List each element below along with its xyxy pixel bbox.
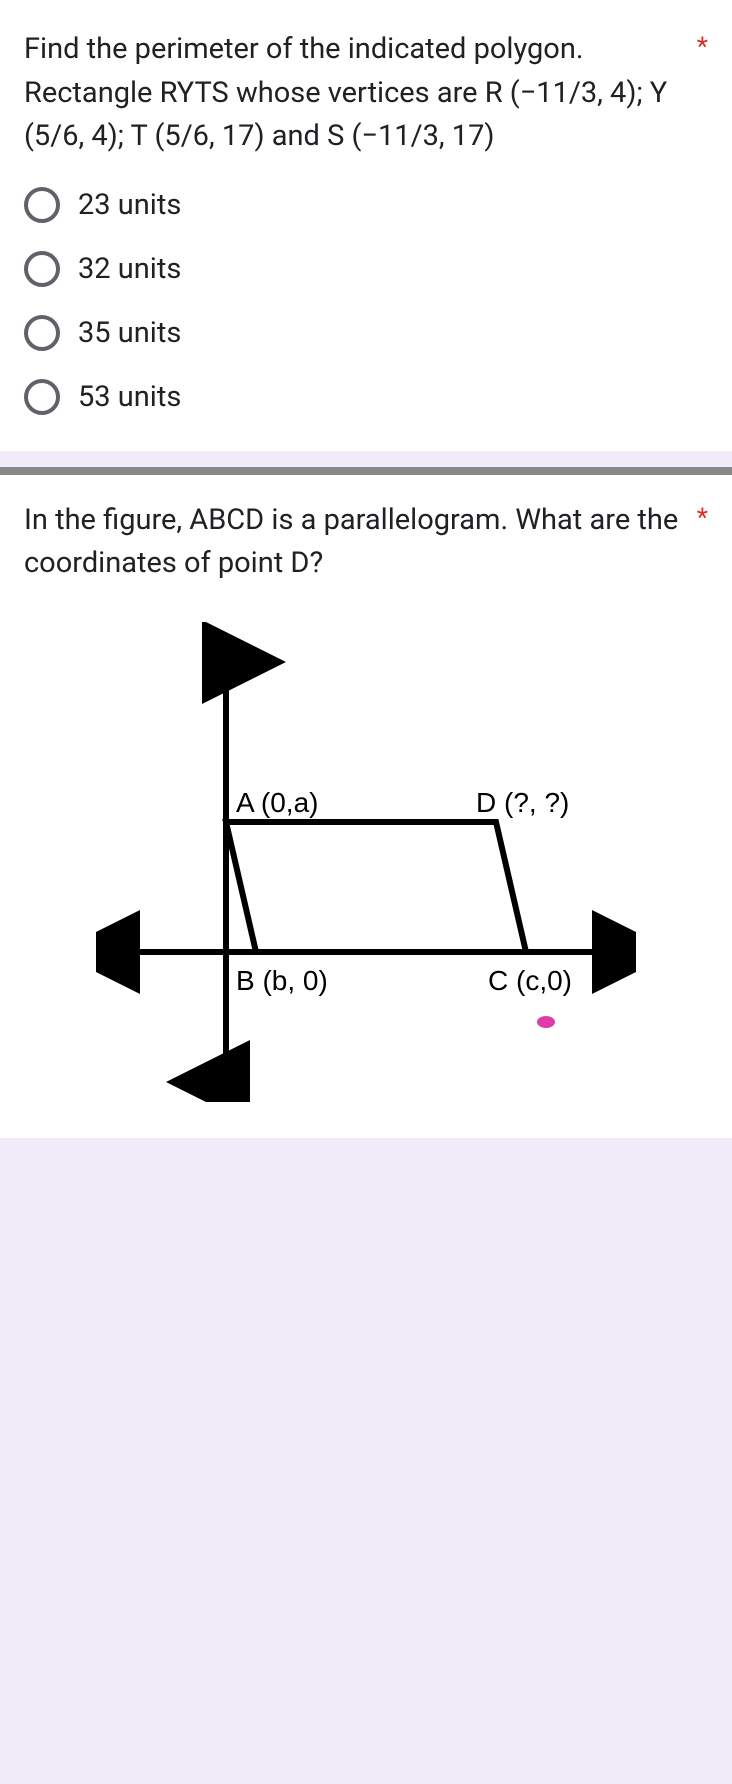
question-card-2: In the figure, ABCD is a parallelogram. … bbox=[0, 467, 732, 1138]
label-C: C (c,0) bbox=[488, 965, 572, 996]
option-label: 35 units bbox=[78, 316, 181, 350]
figure-wrap: A (0,a) B (b, 0) C (c,0) D (?, ?) bbox=[24, 622, 708, 1102]
required-asterisk: * bbox=[697, 499, 708, 531]
label-B: B (b, 0) bbox=[236, 965, 328, 996]
option-35[interactable]: 35 units bbox=[24, 315, 708, 351]
label-D: D (?, ?) bbox=[476, 787, 569, 818]
option-23[interactable]: 23 units bbox=[24, 187, 708, 223]
required-asterisk: * bbox=[697, 28, 708, 60]
option-label: 23 units bbox=[78, 188, 181, 222]
question-row: Find the perimeter of the indicated poly… bbox=[24, 28, 708, 159]
question-card-1: Find the perimeter of the indicated poly… bbox=[0, 0, 732, 451]
radio-icon bbox=[24, 251, 60, 287]
parallelogram-abcd bbox=[226, 822, 526, 952]
label-A: A (0,a) bbox=[236, 787, 318, 818]
option-label: 32 units bbox=[78, 252, 181, 286]
magenta-dot-icon bbox=[537, 1016, 555, 1028]
option-label: 53 units bbox=[78, 380, 181, 414]
radio-icon bbox=[24, 379, 60, 415]
option-32[interactable]: 32 units bbox=[24, 251, 708, 287]
question-row: In the figure, ABCD is a parallelogram. … bbox=[24, 499, 708, 586]
question-text: Find the perimeter of the indicated poly… bbox=[24, 28, 689, 159]
options-group: 23 units 32 units 35 units 53 units bbox=[24, 187, 708, 415]
question-text: In the figure, ABCD is a parallelogram. … bbox=[24, 499, 689, 586]
radio-icon bbox=[24, 315, 60, 351]
option-53[interactable]: 53 units bbox=[24, 379, 708, 415]
radio-icon bbox=[24, 187, 60, 223]
parallelogram-figure: A (0,a) B (b, 0) C (c,0) D (?, ?) bbox=[96, 622, 636, 1102]
